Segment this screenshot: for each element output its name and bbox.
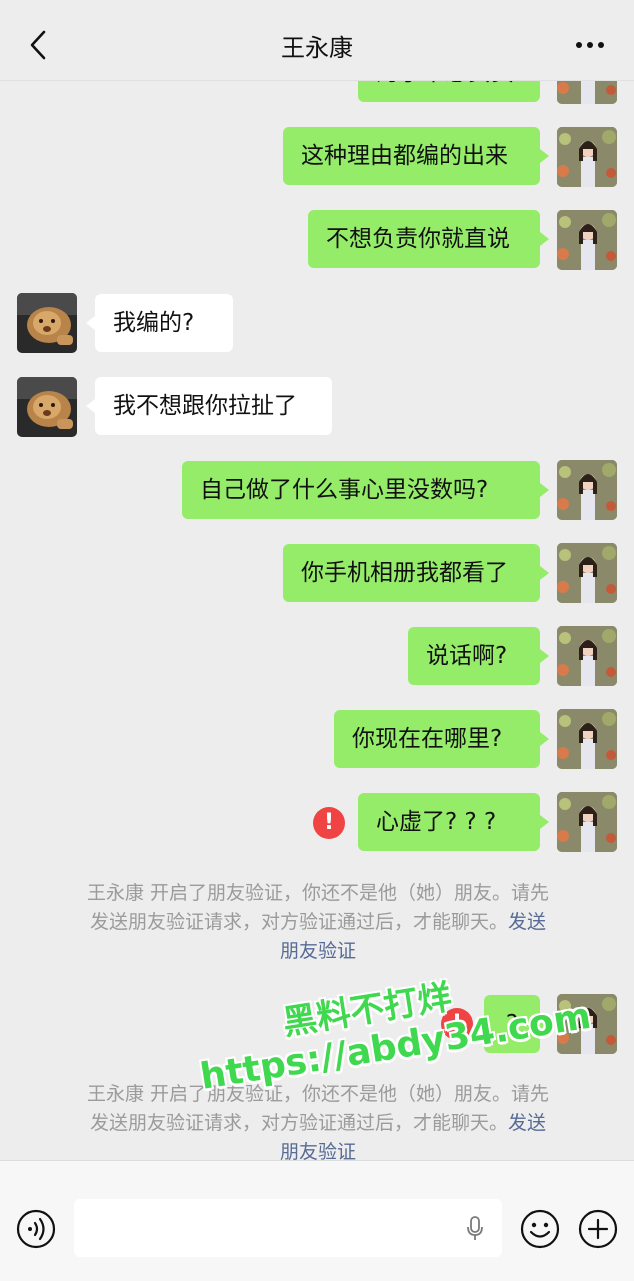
my-avatar[interactable] [557,709,617,769]
avatar-image [557,460,617,520]
system-notice-line: 王永康 开启了朋友验证，你还不是他（她）朋友。请先 [86,882,550,904]
avatar-image [17,293,77,353]
more-dots-icon [587,42,593,48]
system-notice-line: 发送朋友验证请求，对方验证通过后，才能聊天。发送 [60,1109,576,1138]
my-avatar[interactable] [557,994,617,1054]
chat-title: 王永康 [281,34,353,62]
send-failed-icon[interactable]: ! [313,807,345,839]
my-avatar[interactable] [557,543,617,603]
mic-icon-glyph [467,1216,483,1240]
voice-icon [16,1209,56,1249]
message-bubble-sent[interactable]: ? [484,995,549,1053]
emoji-icon [520,1209,560,1249]
send-verification-link[interactable]: 发送 [508,911,546,933]
system-notice-text: 发送朋友验证请求，对方验证通过后，才能聊天。 [89,911,508,933]
more-button[interactable] [576,40,606,50]
message-bubble-sent[interactable]: 你现在在哪里? [334,710,549,768]
my-avatar[interactable] [557,210,617,270]
avatar-image [557,994,617,1054]
plus-button[interactable] [578,1209,618,1249]
avatar-image [557,543,617,603]
input-bar [0,1160,634,1281]
my-avatar[interactable] [557,792,617,852]
my-avatar[interactable] [557,460,617,520]
contact-avatar[interactable] [17,377,77,437]
send-failed-icon[interactable]: ! [441,1008,473,1040]
plus-icon [578,1209,618,1249]
my-avatar[interactable] [557,626,617,686]
contact-avatar[interactable] [17,293,77,353]
voice-button[interactable] [16,1209,56,1249]
send-verification-link[interactable]: 朋友验证 [60,1138,576,1160]
message-bubble-sent[interactable]: 这种理由都编的出来 [283,127,549,185]
send-verification-link[interactable]: 朋友验证 [60,937,576,966]
system-notice: 王永康 开启了朋友验证，你还不是他（她）朋友。请先 发送朋友验证请求，对方验证通… [60,879,576,966]
avatar-image [557,792,617,852]
chat-area[interactable]: 为了不想负责 这种理由都编的出来 不想负责你就直说 我编的? 我不想跟你拉扯了 … [0,0,634,1160]
more-dots-icon [598,42,604,48]
message-bubble-sent[interactable]: 你手机相册我都看了 [283,544,549,602]
message-bubble-sent[interactable]: 不想负责你就直说 [308,210,549,268]
message-bubble-received[interactable]: 我不想跟你拉扯了 [86,377,332,435]
message-bubble-sent[interactable]: 自己做了什么事心里没数吗? [182,461,549,519]
message-bubble-sent[interactable]: 心虚了? ? ? [358,793,549,851]
mic-icon[interactable] [466,1216,484,1242]
message-bubble-sent[interactable]: 说话啊? [408,627,549,685]
system-notice-text: 发送朋友验证请求，对方验证通过后，才能聊天。 [89,1112,508,1134]
send-verification-link[interactable]: 发送 [508,1112,546,1134]
avatar-image [17,377,77,437]
emoji-button[interactable] [520,1209,560,1249]
my-avatar[interactable] [557,127,617,187]
system-notice: 王永康 开启了朋友验证，你还不是他（她）朋友。请先 发送朋友验证请求，对方验证通… [60,1080,576,1160]
chat-header: 王永康 [0,0,634,81]
system-notice-line: 王永康 开启了朋友验证，你还不是他（她）朋友。请先 [86,1083,550,1105]
avatar-image [557,626,617,686]
more-dots-icon [576,42,582,48]
message-input[interactable] [74,1199,502,1257]
watermark-text: 黑料不打烊 [280,977,455,1044]
message-bubble-received[interactable]: 我编的? [86,294,233,352]
system-notice-line: 发送朋友验证请求，对方验证通过后，才能聊天。发送 [60,908,576,937]
avatar-image [557,709,617,769]
avatar-image [557,127,617,187]
avatar-image [557,210,617,270]
